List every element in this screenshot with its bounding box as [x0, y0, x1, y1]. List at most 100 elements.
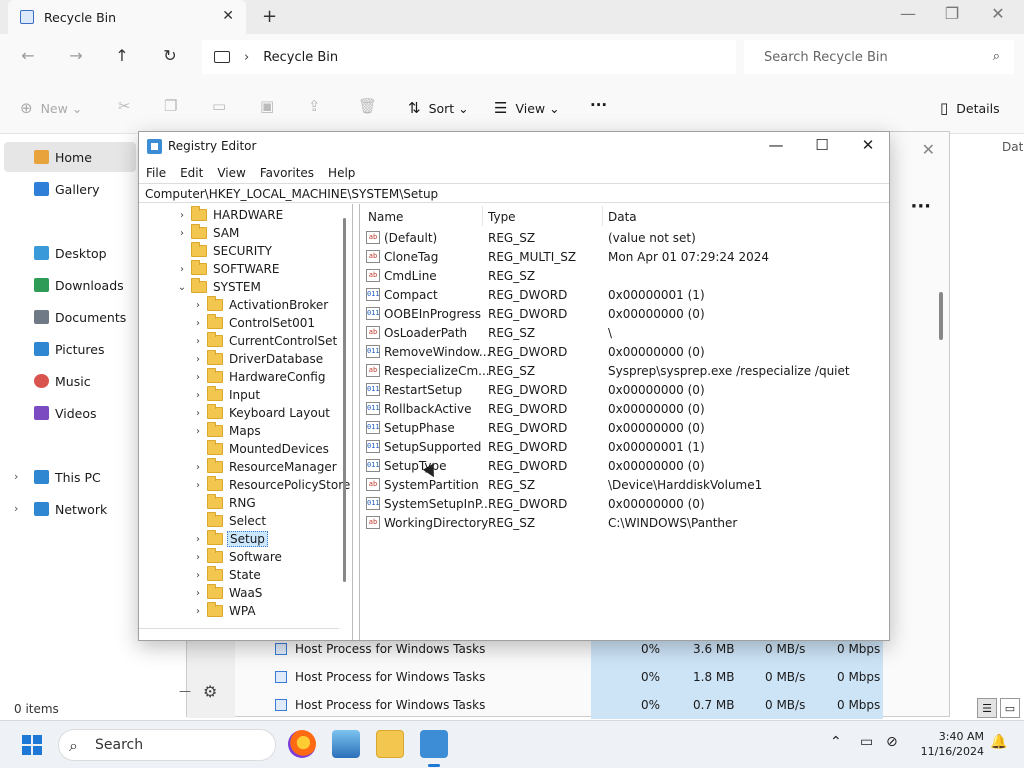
menu-help[interactable]: Help	[321, 162, 362, 184]
chevron-right-icon[interactable]: ›	[191, 480, 205, 491]
firefox-icon[interactable]	[288, 730, 316, 758]
chevron-right-icon[interactable]: ›	[14, 470, 18, 483]
rename-icon[interactable]: ▣	[260, 97, 274, 115]
network-status-icon[interactable]: ⊘	[886, 734, 898, 750]
table-row[interactable]: 011 RemoveWindow... REG_DWORD 0x00000000 (0…	[360, 343, 890, 362]
table-row[interactable]: 011 SetupSupported REG_DWORD 0x00000001 (1)	[360, 438, 890, 457]
column-header-data[interactable]: Data	[608, 210, 637, 224]
tab-recycle-bin[interactable]: Recycle Bin ✕	[8, 0, 246, 34]
cut-icon[interactable]: ✂	[118, 97, 131, 115]
gear-icon[interactable]: ⚙	[203, 682, 217, 701]
table-row[interactable]: 011 RollbackActive REG_DWORD 0x00000000 (0)	[360, 400, 890, 419]
table-row[interactable]: ab WorkingDirectory REG_SZ C:\WINDOWS\Panth…	[360, 514, 890, 533]
up-arrow-icon[interactable]: ↑	[110, 46, 134, 65]
delete-icon[interactable]: 🗑	[358, 97, 377, 115]
table-row[interactable]: ab RespecializeCm... REG_SZ Sysprep\sysprep…	[360, 362, 890, 381]
tab-close-icon[interactable]: ✕	[222, 8, 234, 24]
file-explorer-icon[interactable]	[376, 730, 404, 758]
new-tab-button[interactable]: +	[262, 6, 277, 27]
nav-item-gallery[interactable]: Gallery	[4, 174, 136, 204]
tree-node[interactable]: ⌄ SYSTEM	[175, 278, 263, 296]
tree-node[interactable]: › Software	[191, 548, 284, 566]
table-row[interactable]: 011 OOBEInProgress REG_DWORD 0x00000000 (0)	[360, 305, 890, 324]
column-header-name[interactable]: Name	[368, 210, 403, 224]
tree-node[interactable]: › State	[191, 566, 263, 584]
chevron-right-icon[interactable]: ›	[175, 210, 189, 221]
maximize-button[interactable]: ❐	[930, 4, 974, 23]
paste-icon[interactable]: ▭	[212, 97, 226, 115]
close-button[interactable]: ✕	[845, 136, 891, 154]
menu-view[interactable]: View	[210, 162, 252, 184]
menu-file[interactable]: File	[139, 162, 173, 184]
table-row[interactable]: ab SystemPartition REG_SZ \Device\HarddiskV…	[360, 476, 890, 495]
title-bar[interactable]: Registry Editor — ☐ ✕	[139, 132, 889, 162]
nav-item-network[interactable]: › Network	[4, 494, 136, 524]
chevron-right-icon[interactable]: ›	[191, 318, 205, 329]
copy-icon[interactable]: ❐	[164, 97, 177, 115]
share-icon[interactable]: ⇪	[308, 97, 321, 115]
nav-item-documents[interactable]: Documents	[4, 302, 136, 332]
tree-node[interactable]: › CurrentControlSet	[191, 332, 339, 350]
tree-scrollbar[interactable]	[343, 218, 346, 582]
tree-node[interactable]: › ResourceManager	[191, 458, 339, 476]
show-hidden-icons-chevron-icon[interactable]: ⌃	[830, 734, 842, 750]
new-button[interactable]: ⊕ New ⌄	[20, 99, 82, 117]
table-row[interactable]: ab CloneTag REG_MULTI_SZ Mon Apr 01 07:29:2…	[360, 248, 890, 267]
tree-node[interactable]: › Keyboard Layout	[191, 404, 332, 422]
breadcrumb[interactable]: Recycle Bin	[263, 50, 338, 65]
tree-node[interactable]: MountedDevices	[191, 440, 331, 458]
tree-node[interactable]: › DriverDatabase	[191, 350, 325, 368]
details-view-button[interactable]: ☰	[977, 698, 997, 718]
details-button[interactable]: ▯ Details	[940, 99, 1000, 117]
table-row[interactable]: ab OsLoaderPath REG_SZ \	[360, 324, 890, 343]
chevron-down-icon[interactable]: ⌄	[175, 282, 189, 293]
table-row[interactable]: Host Process for Windows Tasks 0% 0.7 MB…	[235, 691, 951, 719]
maximize-button[interactable]: ☐	[799, 136, 845, 154]
table-row[interactable]: 011 SystemSetupInP... REG_DWORD 0x00000000 …	[360, 495, 890, 514]
tree-node[interactable]: › SOFTWARE	[175, 260, 281, 278]
more-options-icon[interactable]: ···	[910, 196, 931, 217]
chevron-right-icon[interactable]: ›	[191, 336, 205, 347]
chevron-right-icon[interactable]: ›	[175, 264, 189, 275]
column-divider[interactable]	[602, 206, 603, 226]
view-button[interactable]: ☰ View ⌄	[494, 99, 560, 117]
table-row[interactable]: ab CmdLine REG_SZ	[360, 267, 890, 286]
back-arrow-icon[interactable]: ←	[16, 46, 40, 65]
taskbar-search[interactable]: ⌕ Search	[58, 729, 276, 761]
tree-node[interactable]: › ActivationBroker	[191, 296, 330, 314]
tree-node[interactable]: › HardwareConfig	[191, 368, 327, 386]
start-button[interactable]	[22, 735, 42, 755]
chevron-right-icon[interactable]: ›	[191, 552, 205, 563]
tree-node[interactable]: › WPA	[191, 602, 258, 620]
date-column-header[interactable]: Dat	[1002, 140, 1023, 154]
chevron-right-icon[interactable]: ›	[191, 354, 205, 365]
nav-item-pictures[interactable]: Pictures	[4, 334, 136, 364]
minimize-button[interactable]: —	[753, 136, 799, 154]
tree-node[interactable]: › WaaS	[191, 584, 264, 602]
chevron-right-icon[interactable]: ›	[175, 228, 189, 239]
chevron-right-icon[interactable]: ›	[191, 372, 205, 383]
nav-item-this-pc[interactable]: › This PC	[4, 462, 136, 492]
chevron-right-icon[interactable]: ›	[191, 390, 205, 401]
search-input[interactable]: Search Recycle Bin ⌕	[744, 40, 1014, 74]
tree-node[interactable]: › Input	[191, 386, 262, 404]
tiles-view-button[interactable]: ▭	[1000, 698, 1020, 718]
tree-node[interactable]: › Setup	[191, 530, 268, 548]
tree-node[interactable]: › ControlSet001	[191, 314, 317, 332]
tree-node[interactable]: › SAM	[175, 224, 241, 242]
table-row[interactable]: 011 SetupType REG_DWORD 0x00000000 (0)	[360, 457, 890, 476]
minimize-button[interactable]: —	[886, 4, 930, 23]
nav-item-desktop[interactable]: Desktop	[4, 238, 136, 268]
refresh-icon[interactable]: ↻	[158, 46, 182, 65]
address-bar[interactable]: › Recycle Bin	[202, 40, 736, 74]
close-button[interactable]: ✕	[976, 4, 1020, 23]
table-row[interactable]: 011 Compact REG_DWORD 0x00000001 (1)	[360, 286, 890, 305]
chevron-right-icon[interactable]: ›	[191, 426, 205, 437]
chevron-right-icon[interactable]: ›	[191, 606, 205, 617]
display-icon[interactable]: ▭	[860, 734, 873, 750]
nav-item-downloads[interactable]: Downloads	[4, 270, 136, 300]
table-row[interactable]: 011 SetupPhase REG_DWORD 0x00000000 (0)	[360, 419, 890, 438]
tree-node[interactable]: › ResourcePolicyStore	[191, 476, 352, 494]
menu-edit[interactable]: Edit	[173, 162, 210, 184]
chevron-right-icon[interactable]: ›	[191, 570, 205, 581]
